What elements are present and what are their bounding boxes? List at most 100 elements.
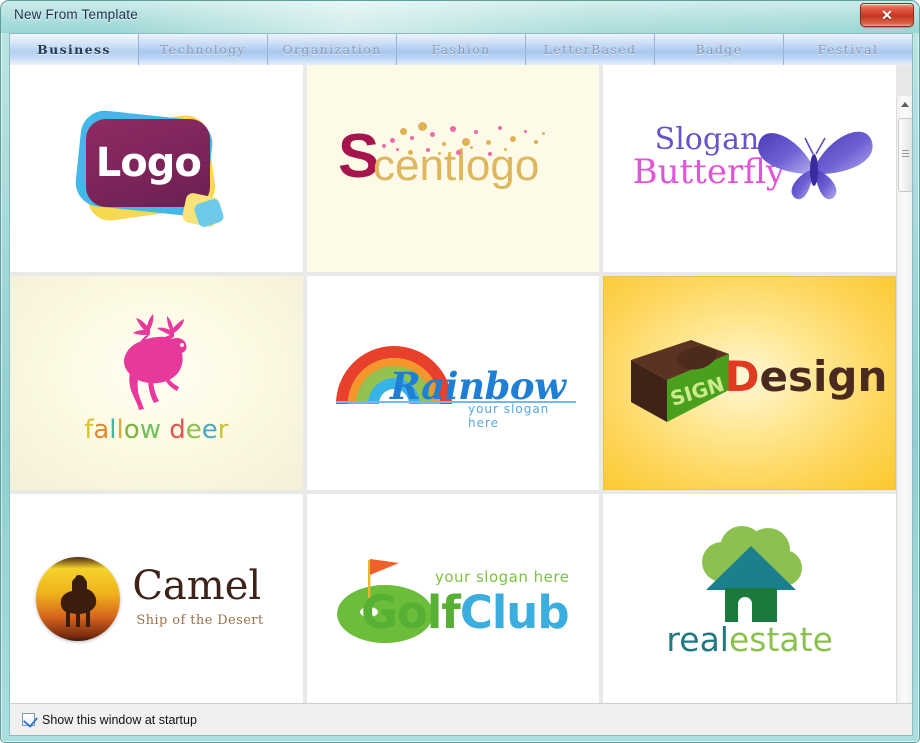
template-grid: Logo S centlogo Slogan Butterfly fallow …	[10, 65, 896, 704]
scentlogo-dot	[399, 127, 407, 135]
scentlogo-dot	[449, 125, 456, 132]
camel-tagline: Ship of the Desert	[136, 613, 264, 628]
fallow-deer-letter: e	[201, 415, 218, 445]
tab-fashion[interactable]: Fashion	[397, 34, 526, 65]
sign-design-word: Design	[725, 352, 888, 401]
golfclub-first: Golf	[360, 586, 461, 639]
camel-badge	[36, 557, 121, 641]
fallow-deer-letter: w	[139, 415, 161, 445]
sign-design-rest: esign	[759, 352, 888, 401]
dialog-client-area: Business Technology Organization Fashion…	[9, 33, 913, 736]
scentlogo-dot	[381, 143, 386, 148]
scrollbar-thumb[interactable]	[898, 118, 912, 192]
tab-letterbased[interactable]: LetterBased	[526, 34, 655, 65]
template-cell-scentlogo[interactable]: S centlogo	[306, 65, 600, 272]
tab-organization[interactable]: Organization	[268, 34, 397, 65]
vertical-scrollbar[interactable]	[896, 96, 912, 704]
logo-art-realestate: realestate	[603, 494, 896, 704]
tab-technology[interactable]: Technology	[139, 34, 268, 65]
sign-design-initial: D	[724, 352, 760, 401]
template-dialog-window: New From Template ✕ Business Technology …	[0, 0, 920, 743]
scentlogo-dot	[503, 147, 507, 151]
logo-art-logo: Logo	[10, 65, 303, 272]
scentlogo-dot	[533, 139, 538, 144]
tab-badge[interactable]: Badge	[655, 34, 784, 65]
fallow-deer-letter: e	[185, 415, 202, 445]
golfclub-word: GolfClub	[360, 586, 570, 639]
tab-business[interactable]: Business	[10, 34, 139, 65]
template-cell-golfclub[interactable]: your slogan here GolfClub	[306, 494, 600, 704]
fallow-deer-letter: d	[169, 415, 186, 445]
template-cell-logo[interactable]: Logo	[10, 65, 303, 272]
template-cell-fallow-deer[interactable]: fallow deer	[10, 276, 303, 490]
checkbox-box[interactable]	[22, 712, 38, 728]
logo-art-scentlogo: S centlogo	[307, 65, 600, 272]
camel-word: Camel	[132, 563, 262, 609]
realestate-first: real	[666, 620, 729, 659]
scentlogo-dot	[409, 135, 414, 140]
template-cell-slogan-butterfly[interactable]: Slogan Butterfly	[603, 65, 896, 272]
scentlogo-dot	[429, 131, 435, 137]
scrollbar-grip-icon	[902, 150, 909, 157]
fallow-deer-caption: fallow deer	[46, 415, 266, 445]
camel-icon	[61, 575, 97, 627]
scentlogo-dot	[469, 145, 473, 149]
check-icon	[23, 712, 38, 728]
template-cell-rainbow[interactable]: Rainbow your slogan here	[306, 276, 600, 490]
logo-art-rainbow: Rainbow your slogan here	[307, 276, 600, 490]
template-cell-sign-design[interactable]: SIGN Design	[603, 276, 896, 490]
template-grid-viewport: Logo S centlogo Slogan Butterfly fallow …	[10, 65, 912, 704]
chevron-up-icon	[901, 102, 909, 107]
scentlogo-dot	[461, 137, 470, 146]
show-at-startup-checkbox[interactable]: Show this window at startup	[22, 712, 197, 728]
fallow-deer-letter: a	[93, 415, 110, 445]
realestate-word: realestate	[640, 620, 860, 659]
title-bar: New From Template ✕	[1, 1, 919, 33]
logo-art-fallow-deer: fallow deer	[10, 276, 303, 490]
scentlogo-dot	[407, 149, 413, 155]
scentlogo-dot	[523, 129, 527, 133]
scentlogo-dot	[509, 135, 516, 142]
tab-festival[interactable]: Festival	[784, 34, 912, 65]
scentlogo-dot	[441, 141, 446, 146]
rainbow-slogan: your slogan here	[467, 402, 550, 430]
golfclub-rest: Club	[459, 586, 570, 639]
golfclub-slogan: your slogan here	[434, 568, 570, 586]
fallow-deer-letter: r	[217, 415, 229, 445]
logo-art-butterfly: Slogan Butterfly	[603, 65, 896, 272]
scentlogo-dot	[487, 151, 492, 156]
close-icon: ✕	[881, 7, 893, 23]
close-button[interactable]: ✕	[860, 3, 914, 27]
fallow-deer-letter: o	[123, 415, 140, 445]
scentlogo-dot	[541, 131, 545, 135]
house-tree-icon	[701, 526, 802, 622]
logo-word: Logo	[95, 139, 202, 186]
template-cell-camel[interactable]: Camel Ship of the Desert	[10, 494, 303, 704]
dialog-footer: Show this window at startup	[10, 703, 912, 735]
scentlogo-dot	[437, 151, 441, 155]
scentlogo-dot	[473, 129, 478, 134]
scentlogo-dot	[389, 137, 395, 143]
fallow-deer-letter	[161, 415, 169, 445]
scentlogo-dot	[425, 147, 430, 152]
checkbox-label: Show this window at startup	[42, 712, 197, 727]
scentlogo-dot	[455, 149, 461, 155]
fallow-deer-letter: f	[84, 415, 94, 445]
title-bar-sheen	[121, 1, 881, 33]
fallow-deer-letter: l	[116, 415, 124, 445]
logo-art-camel: Camel Ship of the Desert	[10, 494, 303, 704]
butterfly-icon	[757, 131, 873, 199]
realestate-rest: estate	[728, 620, 833, 659]
window-title: New From Template	[14, 7, 138, 22]
template-cell-realestate[interactable]: realestate	[603, 494, 896, 704]
logo-art-sign-design: SIGN Design	[603, 276, 896, 490]
logo-art-golfclub: your slogan here GolfClub	[307, 494, 600, 704]
category-tab-strip: Business Technology Organization Fashion…	[10, 34, 912, 65]
scentlogo-dot	[485, 139, 491, 145]
deer-icon	[124, 314, 187, 410]
fallow-deer-letter: l	[109, 415, 117, 445]
scentlogo-dot	[417, 121, 427, 131]
scentlogo-dot	[497, 125, 502, 130]
scentlogo-dot	[395, 147, 399, 151]
scroll-up-button[interactable]	[897, 96, 912, 113]
